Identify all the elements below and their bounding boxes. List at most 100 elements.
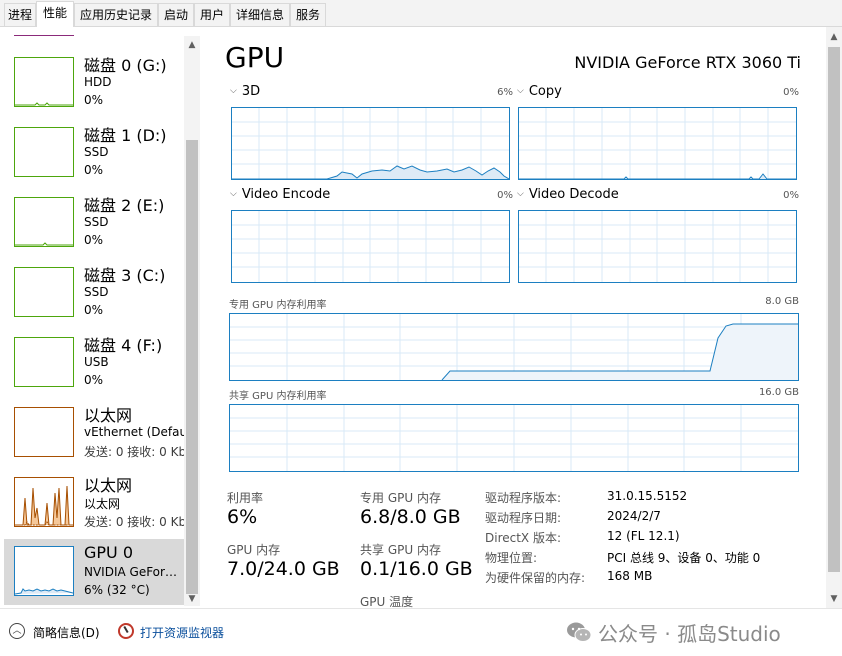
performance-sidebar: 磁盘 0 (G:) HDD 0% 磁盘 1 (D:) SSD 0% 磁盘 2 (… [0, 27, 202, 608]
sidebar-scroll-thumb[interactable] [186, 140, 198, 594]
tab-users[interactable]: 用户 [194, 3, 230, 27]
graph-video-decode [518, 210, 797, 283]
chevron-up-circle-icon[interactable]: ︿ [9, 623, 25, 639]
gpu-mem-label: GPU 内存 [227, 543, 281, 557]
tab-app-history[interactable]: 应用历史记录 [74, 3, 158, 27]
graph-copy [518, 107, 797, 180]
sidebar-item-name: 磁盘 3 (C:) [84, 266, 166, 285]
sidebar-item-ethernet-vethernet[interactable]: 以太网 vEthernet (Default 发送: 0 接收: 0 Kbps [4, 402, 200, 472]
sidebar-item-usage: 0% [84, 303, 104, 317]
graph-shared-mem [229, 404, 799, 472]
open-resource-monitor-link[interactable]: 打开资源监视器 [140, 624, 224, 641]
shared-mem-graph-label: 共享 GPU 内存利用率 [229, 391, 327, 402]
graph-video-encode-selector[interactable]: ⌵ Video Encode [230, 187, 330, 202]
graph-copy-label: Copy [528, 84, 562, 99]
tab-services[interactable]: 服务 [290, 3, 326, 27]
sidebar-item-usage: 0% [84, 373, 104, 387]
disk4-thumbnail [14, 337, 74, 387]
directx-version-key: DirectX 版本: [485, 531, 562, 545]
graph-video-encode-value: 0% [497, 190, 513, 201]
main-scroll-thumb[interactable] [828, 47, 840, 572]
sidebar-item-ethernet[interactable]: 以太网 以太网 发送: 0 接收: 0 Kbps [4, 472, 200, 542]
sidebar-item-gpu0[interactable]: GPU 0 NVIDIA GeFor… 6% (32 °C) [4, 539, 184, 605]
dedicated-mem-label: 专用 GPU 内存 [360, 491, 441, 505]
sidebar-item-disk3[interactable]: 磁盘 3 (C:) SSD 0% [4, 262, 184, 332]
sidebar-item-type: SSD [84, 215, 109, 229]
scroll-down-arrow-icon[interactable]: ▼ [184, 592, 200, 606]
driver-date-key: 驱动程序日期: [485, 511, 562, 525]
sidebar-item-name: 磁盘 0 (G:) [84, 56, 167, 75]
graph-copy-selector[interactable]: ⌵ Copy [517, 84, 562, 99]
resource-monitor-icon[interactable] [118, 623, 134, 639]
footer: ︿ 简略信息(D) 打开资源监视器 公众号 · 孤岛Studio [0, 608, 842, 656]
sidebar-item-name: GPU 0 [84, 543, 134, 562]
main-scrollbar[interactable]: ▲ ▼ [826, 27, 842, 608]
tab-details[interactable]: 详细信息 [230, 3, 290, 27]
dedicated-mem-value: 6.8/8.0 GB [360, 506, 461, 528]
graph-video-encode-label: Video Encode [241, 187, 331, 202]
graph-video-decode-value: 0% [783, 190, 799, 201]
driver-version-value: 31.0.15.5152 [607, 489, 688, 503]
sidebar-item-name: 磁盘 1 (D:) [84, 126, 167, 145]
sidebar-item-disk2[interactable]: 磁盘 2 (E:) SSD 0% [4, 192, 184, 262]
graph-3d-label: 3D [241, 84, 261, 99]
gpu-detail-panel: GPU NVIDIA GeForce RTX 3060 Ti ⌵ 3D 6% ⌵ C… [203, 27, 825, 608]
tab-processes[interactable]: 进程 [4, 3, 36, 27]
utilization-value: 6% [227, 506, 258, 528]
reserved-memory-value: 168 MB [607, 569, 653, 583]
memory-thumb-edge [14, 35, 74, 36]
chevron-down-icon: ⌵ [230, 189, 237, 199]
sidebar-item-usage: 0% [84, 233, 104, 247]
graph-video-decode-selector[interactable]: ⌵ Video Decode [517, 187, 619, 202]
sidebar-item-type: HDD [84, 75, 112, 89]
gpu-mem-value: 7.0/24.0 GB [227, 558, 340, 580]
sidebar-item-disk4[interactable]: 磁盘 4 (F:) USB 0% [4, 332, 184, 402]
sidebar-item-adapter: 以太网 [84, 497, 121, 511]
shared-mem-max: 16.0 GB [758, 387, 799, 398]
sidebar-item-type: USB [84, 355, 109, 369]
graph-copy-value: 0% [783, 87, 799, 98]
sidebar-item-disk0[interactable]: 磁盘 0 (G:) HDD 0% [4, 52, 184, 122]
sidebar-item-disk1[interactable]: 磁盘 1 (D:) SSD 0% [4, 122, 184, 192]
graph-3d-value: 6% [497, 87, 513, 98]
chevron-down-icon: ⌵ [517, 189, 524, 199]
scroll-up-arrow-icon[interactable]: ▲ [826, 30, 842, 44]
driver-date-value: 2024/2/7 [607, 509, 661, 523]
graph-dedicated-mem [229, 313, 799, 381]
shared-mem-label: 共享 GPU 内存 [360, 543, 441, 557]
scroll-down-arrow-icon[interactable]: ▼ [826, 592, 842, 606]
disk0-thumbnail [14, 57, 74, 107]
disk1-thumbnail [14, 127, 74, 177]
tab-startup[interactable]: 启动 [158, 3, 194, 27]
sidebar-scrollbar[interactable]: ▲ ▼ [184, 36, 200, 606]
sidebar-item-throughput: 发送: 0 接收: 0 Kbps [84, 445, 200, 459]
graph-3d [231, 107, 510, 180]
scroll-up-arrow-icon[interactable]: ▲ [184, 38, 200, 52]
graph-3d-selector[interactable]: ⌵ 3D [230, 84, 260, 99]
sidebar-item-throughput: 发送: 0 接收: 0 Kbps [84, 515, 200, 529]
directx-version-value: 12 (FL 12.1) [607, 529, 680, 543]
driver-version-key: 驱动程序版本: [485, 491, 562, 505]
tab-performance[interactable]: 性能 [36, 1, 74, 27]
gpu-temp-label: GPU 温度 [360, 595, 414, 608]
tab-bar: 进程 性能 应用历史记录 启动 用户 详细信息 服务 [0, 0, 842, 27]
physical-location-value: PCI 总线 9、设备 0、功能 0 [607, 551, 761, 565]
sidebar-item-model: NVIDIA GeFor… [84, 565, 177, 579]
gpu-model-name: NVIDIA GeForce RTX 3060 Ti [574, 53, 801, 72]
sidebar-item-name: 以太网 [84, 476, 133, 495]
utilization-label: 利用率 [227, 491, 264, 505]
sidebar-item-name: 磁盘 2 (E:) [84, 196, 165, 215]
shared-mem-value: 0.1/16.0 GB [360, 558, 473, 580]
fewer-details-link[interactable]: 简略信息(D) [33, 624, 100, 641]
reserved-memory-key: 为硬件保留的内存: [485, 571, 586, 585]
ethernet2-thumbnail [14, 477, 74, 527]
sidebar-item-name: 以太网 [84, 406, 133, 425]
dedicated-mem-graph-label: 专用 GPU 内存利用率 [229, 300, 327, 311]
graph-video-encode [231, 210, 510, 283]
wechat-icon [567, 622, 592, 642]
chevron-down-icon: ⌵ [230, 86, 237, 96]
sidebar-item-usage: 6% (32 °C) [84, 583, 150, 597]
sidebar-item-usage: 0% [84, 163, 104, 177]
page-title: GPU [225, 41, 285, 74]
disk2-thumbnail [14, 197, 74, 247]
